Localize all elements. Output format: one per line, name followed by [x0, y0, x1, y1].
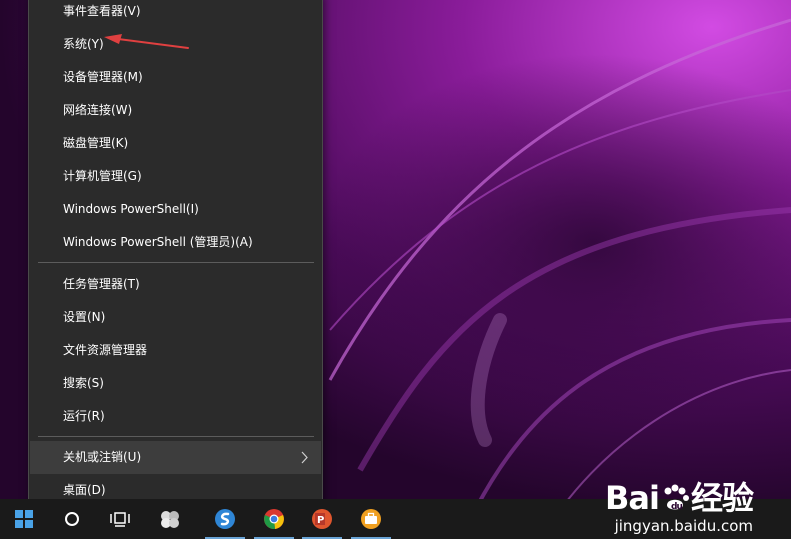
desktop: 事件查看器(V) 系统(Y) 设备管理器(M) 网络连接(W) 磁盘管理(K) … [0, 0, 791, 539]
menu-item-label: 计算机管理(G) [63, 169, 142, 183]
menu-item-label: 搜索(S) [63, 376, 104, 390]
menu-item-label: 文件资源管理器 [63, 343, 148, 357]
menu-item-label: 网络连接(W) [63, 103, 133, 117]
menu-item-run[interactable]: 运行(R) [30, 400, 321, 433]
search-button[interactable] [48, 499, 96, 539]
watermark-logo-text: Bai [605, 479, 660, 517]
menu-item-label: 设置(N) [63, 310, 106, 324]
watermark-logo-text-tail: 经验 [690, 479, 754, 517]
annotation-arrow [104, 34, 189, 49]
svg-text:P: P [317, 515, 324, 526]
menu-item-computer-management[interactable]: 计算机管理(G) [30, 160, 321, 193]
menu-item-disk-management[interactable]: 磁盘管理(K) [30, 127, 321, 160]
taskbar-powerpoint-button[interactable]: P [298, 499, 346, 539]
menu-item-label: 系统(Y) [63, 37, 104, 51]
menu-item-powershell[interactable]: Windows PowerShell(I) [30, 193, 321, 226]
windows-start-icon [15, 510, 33, 528]
taskbar-sogou-button[interactable] [201, 499, 249, 539]
app-icon [161, 511, 179, 528]
svg-text:du: du [671, 502, 682, 512]
menu-item-label: 任务管理器(T) [63, 277, 140, 291]
menu-item-label: 运行(R) [63, 409, 105, 423]
context-menu: 事件查看器(V) 系统(Y) 设备管理器(M) 网络连接(W) 磁盘管理(K) … [28, 0, 323, 504]
powerpoint-icon: P [312, 509, 332, 529]
taskbar-briefcase-button[interactable] [347, 499, 395, 539]
start-button[interactable] [0, 499, 48, 539]
watermark-logo: Bai du 经验 [605, 473, 754, 519]
paw-icon: du [664, 484, 689, 512]
menu-item-search[interactable]: 搜索(S) [30, 367, 321, 400]
menu-item-label: 关机或注销(U) [63, 450, 142, 464]
menu-item-file-explorer[interactable]: 文件资源管理器 [30, 334, 321, 367]
menu-item-label: 桌面(D) [63, 483, 106, 497]
chrome-icon [264, 509, 284, 530]
menu-item-shutdown-signout[interactable]: 关机或注销(U) [30, 441, 321, 474]
menu-item-settings[interactable]: 设置(N) [30, 301, 321, 334]
cortana-search-icon [65, 512, 79, 526]
menu-item-device-manager[interactable]: 设备管理器(M) [30, 61, 321, 94]
menu-item-powershell-admin[interactable]: Windows PowerShell (管理员)(A) [30, 226, 321, 259]
menu-item-network-connections[interactable]: 网络连接(W) [30, 94, 321, 127]
menu-item-label: 设备管理器(M) [63, 70, 143, 84]
briefcase-app-icon [361, 509, 381, 529]
task-view-icon [110, 512, 130, 527]
sogou-icon [215, 509, 235, 529]
baidu-jingyan-watermark: Bai du 经验 jingyan.baidu.com [605, 473, 754, 535]
watermark-url: jingyan.baidu.com [614, 517, 753, 535]
task-view-button[interactable] [96, 499, 144, 539]
menu-item-event-viewer[interactable]: 事件查看器(V) [30, 0, 321, 28]
menu-item-label: 磁盘管理(K) [63, 136, 129, 150]
menu-item-label: Windows PowerShell (管理员)(A) [63, 235, 253, 249]
menu-separator [38, 436, 314, 437]
menu-item-label: Windows PowerShell(I) [63, 202, 199, 216]
taskbar-chrome-button[interactable] [250, 499, 298, 539]
menu-item-label: 事件查看器(V) [63, 4, 141, 18]
taskbar-app-button[interactable] [146, 499, 194, 539]
menu-separator [38, 262, 314, 263]
menu-item-task-manager[interactable]: 任务管理器(T) [30, 268, 321, 301]
